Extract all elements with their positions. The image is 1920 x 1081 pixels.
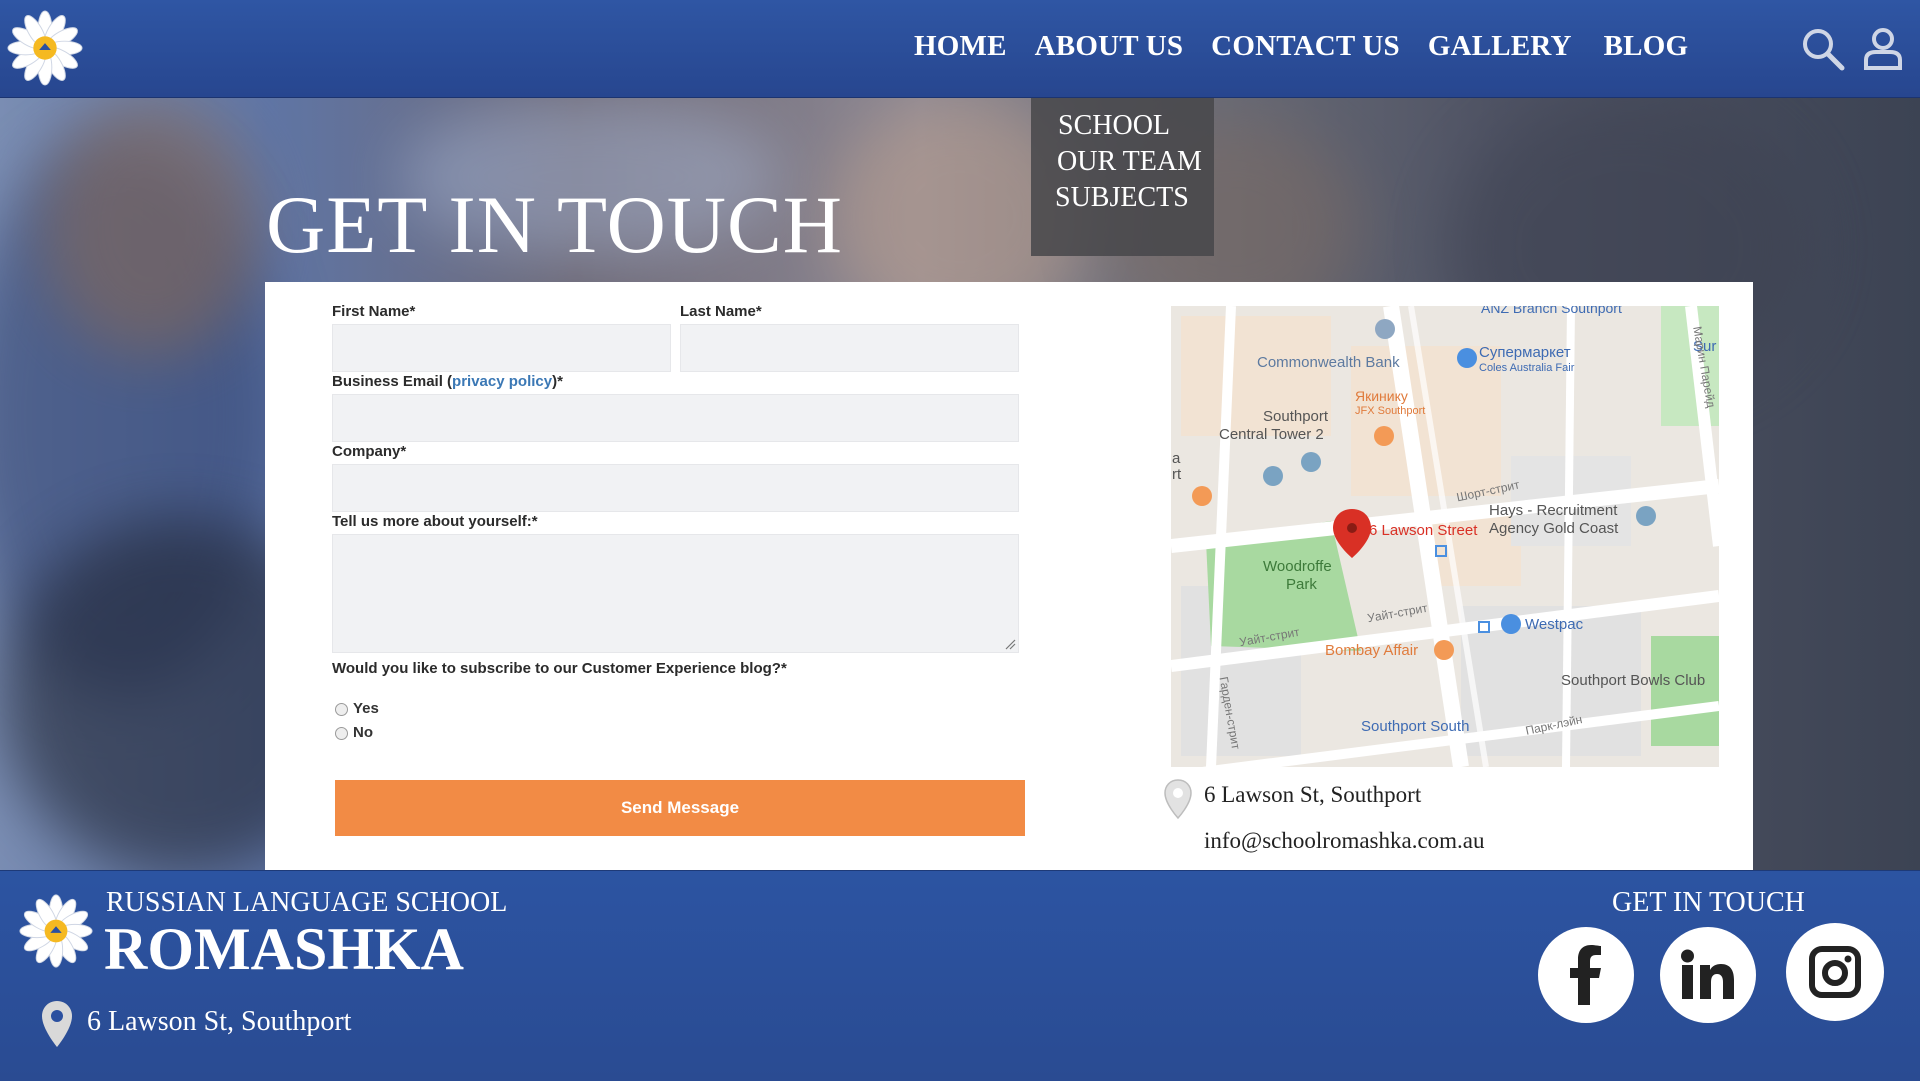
footer-get-in-touch: GET IN TOUCH <box>1612 887 1805 918</box>
linkedin-icon <box>1681 949 1734 999</box>
company-field[interactable] <box>332 464 1019 512</box>
nav-about-us[interactable]: ABOUT US <box>1035 30 1184 63</box>
footer-location-pin-icon <box>42 1001 72 1047</box>
instagram-icon <box>1809 946 1861 998</box>
map-label-edge-rt: rt <box>1172 466 1182 483</box>
dropdown-item-subjects[interactable]: SUBJECTS <box>1031 180 1214 216</box>
map-label-bombay: Bombay Affair <box>1325 642 1419 659</box>
map-label-central-tower-1: Southport <box>1263 408 1329 425</box>
business-email-field[interactable] <box>332 394 1019 442</box>
contact-email[interactable]: info@schoolromashka.com.au <box>1204 828 1485 854</box>
dropdown-item-school[interactable]: SCHOOL <box>1031 98 1214 144</box>
facebook-icon <box>1570 945 1601 1005</box>
map-label-westpac: Westpac <box>1525 616 1584 633</box>
about-us-dropdown-menu: SCHOOL OUR TEAM SUBJECTS <box>1031 98 1214 256</box>
first-name-label: First Name* <box>332 303 416 320</box>
company-label: Company* <box>332 443 407 460</box>
location-pin-icon <box>1164 779 1192 820</box>
subscribe-question: Would you like to subscribe to our Custo… <box>332 660 787 677</box>
send-message-button[interactable]: Send Message <box>335 780 1025 836</box>
map-label-supermarket: Супермаркет <box>1479 344 1571 361</box>
radio-yes-label: Yes <box>353 700 379 717</box>
map-label-yakiniku: Якинику <box>1355 388 1408 404</box>
last-name-field[interactable] <box>680 324 1019 372</box>
daisy-logo-icon[interactable] <box>6 9 84 87</box>
linkedin-button[interactable] <box>1660 927 1756 1023</box>
dropdown-item-our-team[interactable]: OUR TEAM <box>1031 144 1214 180</box>
site-footer: RUSSIAN LANGUAGE SCHOOL ROMASHKA 6 Lawso… <box>0 870 1920 1081</box>
privacy-policy-link[interactable]: privacy policy <box>452 373 552 390</box>
business-email-label: Business Email (privacy policy)* <box>332 373 563 390</box>
map-label-hays-2: Agency Gold Coast <box>1489 520 1619 537</box>
facebook-button[interactable] <box>1538 927 1634 1023</box>
page-title: GET IN TOUCH <box>266 179 843 270</box>
resize-handle-icon[interactable] <box>1004 638 1016 650</box>
map-label-woodroffe-1: Woodroffe <box>1263 558 1332 575</box>
contact-card: First Name* Last Name* Business Email (p… <box>265 282 1753 870</box>
map-label-central-tower-2: Central Tower 2 <box>1219 426 1324 443</box>
map-label-yakiniku-sub: JFX Southport <box>1355 405 1426 417</box>
main-nav: HOME ABOUT US CONTACT US GALLERY BLOG <box>914 30 1716 63</box>
map-label-anz: ANZ Branch Southport <box>1481 306 1622 316</box>
location-map[interactable]: ANZ Branch Southport Супермаркет Coles A… <box>1171 306 1719 767</box>
footer-address: 6 Lawson St, Southport <box>87 1006 352 1037</box>
map-label-southport-south: Southport South <box>1361 718 1470 735</box>
about-yourself-textarea[interactable] <box>332 534 1019 653</box>
nav-gallery[interactable]: GALLERY <box>1428 30 1572 63</box>
first-name-field[interactable] <box>332 324 671 372</box>
user-account-icon[interactable] <box>1862 26 1904 72</box>
radio-yes[interactable] <box>335 703 348 716</box>
map-label-lawson-street: 6 Lawson Street <box>1369 522 1478 539</box>
nav-blog[interactable]: BLOG <box>1604 30 1689 63</box>
map-label-supermarket-sub: Coles Australia Fair <box>1479 362 1575 374</box>
search-icon[interactable] <box>1800 26 1846 72</box>
map-label-bowls-club: Southport Bowls Club <box>1561 672 1706 689</box>
footer-daisy-logo-icon[interactable] <box>18 893 94 969</box>
about-yourself-label: Tell us more about yourself:* <box>332 513 538 530</box>
map-label-edge-a: a <box>1172 450 1181 467</box>
radio-no[interactable] <box>335 727 348 740</box>
top-navigation-bar: HOME ABOUT US CONTACT US GALLERY BLOG <box>0 0 1920 98</box>
instagram-button[interactable] <box>1786 923 1884 1021</box>
radio-no-label: No <box>353 724 373 741</box>
map-label-hays-1: Hays - Recruitment <box>1489 502 1618 519</box>
map-label-commonwealth: Commonwealth Bank <box>1257 354 1400 371</box>
footer-school-name: ROMASHKA <box>104 916 464 982</box>
contact-address: 6 Lawson St, Southport <box>1204 782 1422 807</box>
nav-home[interactable]: HOME <box>914 30 1007 63</box>
nav-contact-us[interactable]: CONTACT US <box>1211 30 1400 63</box>
map-label-woodroffe-2: Park <box>1286 576 1317 593</box>
last-name-label: Last Name* <box>680 303 762 320</box>
